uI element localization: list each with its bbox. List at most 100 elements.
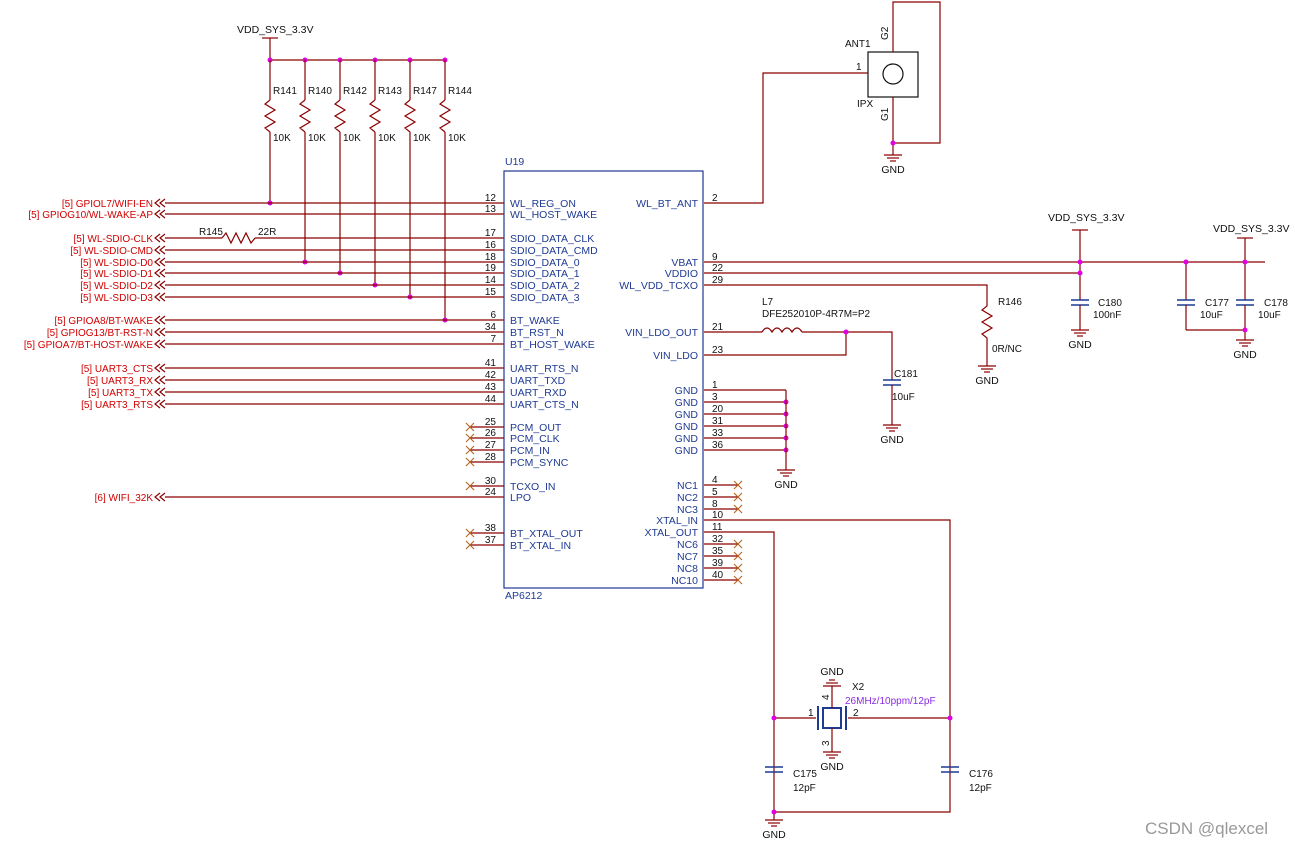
pin-name: UART_CTS_N — [510, 399, 579, 411]
gnd-label: GND — [881, 164, 905, 176]
net-label: [5] WL-SDIO-CLK — [74, 234, 154, 245]
pin-name: PCM_IN — [510, 445, 550, 457]
pullup-value: 10K — [413, 133, 431, 144]
gnd-label: GND — [820, 666, 844, 678]
antenna-icon — [882, 63, 904, 85]
pin-number: 29 — [712, 275, 724, 286]
pin-name: SDIO_DATA_2 — [510, 280, 580, 292]
pin-name: SDIO_DATA_1 — [510, 268, 580, 280]
pin-number: 8 — [712, 499, 718, 510]
pin-name: SDIO_DATA_CMD — [510, 245, 598, 257]
pin-number: 34 — [485, 322, 497, 333]
pin-name: BT_RST_N — [510, 327, 564, 339]
net-label: [5] WL-SDIO-D2 — [80, 281, 153, 292]
offpage-arrow-icon — [154, 209, 166, 219]
c176-value: 12pF — [969, 783, 992, 794]
pin-name: XTAL_IN — [656, 515, 698, 527]
gnd-label: GND — [975, 375, 999, 387]
pin-number: 4 — [712, 475, 718, 486]
antenna-g1: G1 — [880, 107, 891, 121]
pin-number: 31 — [712, 416, 724, 427]
offpage-arrow-icon — [154, 257, 166, 267]
offpage-arrow-icon — [154, 245, 166, 255]
pin-name: GND — [675, 445, 699, 457]
pin-number: 25 — [485, 417, 497, 428]
vdd-label-top: VDD_SYS_3.3V — [237, 24, 313, 36]
offpage-arrow-icon — [154, 280, 166, 290]
pin-name: BT_HOST_WAKE — [510, 339, 595, 351]
net-label: [5] GPIOG13/BT-RST-N — [47, 328, 153, 339]
pin-name: SDIO_DATA_CLK — [510, 233, 594, 245]
pin-name: UART_RTS_N — [510, 363, 578, 375]
offpage-arrow-icon — [154, 363, 166, 373]
crystal-pin1: 1 — [808, 708, 814, 719]
resistor-r143 — [368, 99, 382, 133]
vdd-label-right: VDD_SYS_3.3V — [1213, 223, 1289, 235]
c178-ref: C178 — [1264, 298, 1288, 309]
pin-name: PCM_SYNC — [510, 457, 569, 469]
pin-number: 38 — [485, 523, 497, 534]
pullup-ref: R142 — [343, 86, 367, 97]
offpage-arrow-icon — [154, 268, 166, 278]
left-net-labels: [5] GPIOL7/WIFI-EN[5] GPIOG10/WL-WAKE-AP… — [24, 198, 504, 504]
pin-name: UART_TXD — [510, 375, 566, 387]
chip-ref: U19 — [505, 156, 524, 168]
crystal-value: 26MHz/10ppm/12pF — [845, 696, 936, 707]
offpage-arrow-icon — [154, 315, 166, 325]
gnd-label: GND — [774, 479, 798, 491]
pin-number: 28 — [485, 452, 497, 463]
pullup-ref: R141 — [273, 86, 297, 97]
pullup-ref: R140 — [308, 86, 332, 97]
pin-name: BT_WAKE — [510, 315, 560, 327]
pin-number: 23 — [712, 345, 724, 356]
pin-number: 16 — [485, 240, 497, 251]
pin-name: NC6 — [677, 539, 698, 551]
pin-number: 39 — [712, 558, 724, 569]
c181-ref: C181 — [894, 369, 918, 380]
net-label: [5] GPIOL7/WIFI-EN — [62, 199, 153, 210]
pin-name: GND — [675, 409, 699, 421]
antenna-body — [867, 51, 919, 98]
pin-number: 17 — [485, 228, 497, 239]
c180-value: 100nF — [1093, 310, 1121, 321]
antenna-ref: ANT1 — [845, 39, 871, 50]
pullup-resistors: R141 10K R140 10K R142 10K R143 10K R147 10K R144 1… — [263, 57, 472, 323]
inductor-ref: L7 — [762, 297, 774, 308]
pin-name: BT_XTAL_OUT — [510, 528, 583, 540]
schematic-canvas: VDD_SYS_3.3V R14110KR14010KR14210KR14310… — [24, 1, 1289, 841]
pin-name: GND — [675, 385, 699, 397]
c180-ref: C180 — [1098, 298, 1122, 309]
net-label: [5] GPIOA7/BT-HOST-WAKE — [24, 340, 153, 351]
pin-number: 3 — [712, 392, 718, 403]
net-label: [5] UART3_RTS — [81, 400, 153, 411]
gnd-label: GND — [820, 761, 844, 773]
pin-number: 35 — [712, 546, 724, 557]
net-label: [5] GPIOG10/WL-WAKE-AP — [28, 210, 153, 221]
pin-number: 18 — [485, 252, 497, 263]
pin-name: NC1 — [677, 480, 698, 492]
pin-name: NC7 — [677, 551, 698, 563]
resistor-r141 — [263, 99, 277, 133]
pin-number: 13 — [485, 204, 497, 215]
pin-name: VIN_LDO — [653, 350, 698, 362]
antenna-pin1: 1 — [856, 62, 862, 73]
c177-value: 10uF — [1200, 310, 1223, 321]
r146-ref: R146 — [998, 297, 1022, 308]
pin-number: 37 — [485, 535, 497, 546]
vdd-label-mid: VDD_SYS_3.3V — [1048, 212, 1124, 224]
antenna-type: IPX — [857, 99, 873, 110]
offpage-arrow-icon — [154, 399, 166, 409]
pullup-value: 10K — [343, 133, 361, 144]
pin-number: 26 — [485, 428, 497, 439]
pin-number: 10 — [712, 510, 724, 521]
gnd-label: GND — [1068, 339, 1092, 351]
net-label: [5] UART3_RX — [87, 376, 153, 387]
gnd-label: GND — [1233, 349, 1257, 361]
crystal-body — [822, 707, 842, 729]
crystal-pin2: 2 — [853, 708, 859, 719]
r145-ref: R145 — [199, 227, 223, 238]
resistor-r147 — [403, 99, 417, 133]
pin-number: 36 — [712, 440, 724, 451]
resistor-r144 — [438, 99, 452, 133]
chip-left-pins: 12 WL_REG_ON13 WL_HOST_WAKE17 SDIO_DATA_CLK… — [465, 193, 598, 552]
